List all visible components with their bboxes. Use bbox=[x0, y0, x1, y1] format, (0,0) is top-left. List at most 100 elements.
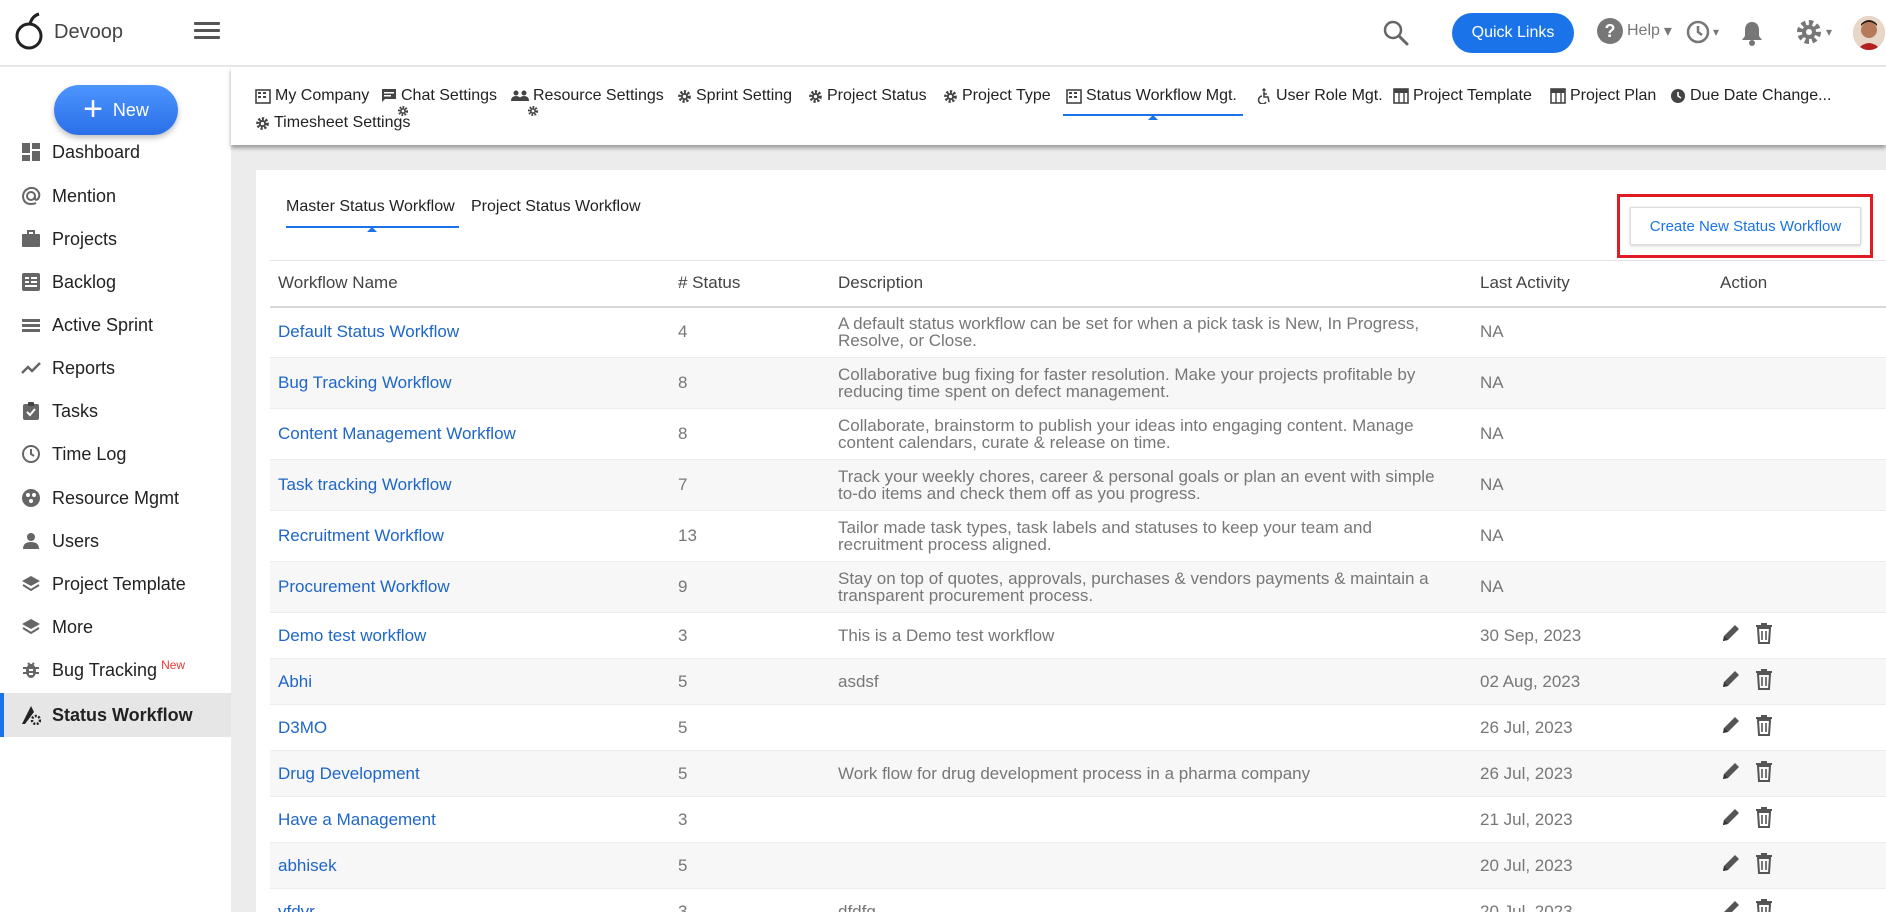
edit-pencil-icon[interactable] bbox=[1720, 760, 1742, 782]
column-header-description[interactable]: Description bbox=[830, 260, 1472, 308]
settings-tab-chat-settings[interactable]: Chat Settings bbox=[381, 87, 497, 105]
recent-activity-menu[interactable]: ▾ bbox=[1685, 19, 1719, 45]
sidebar-item-label: Active Sprint bbox=[52, 314, 154, 335]
sidebar-item-status-workflow[interactable]: Status Workflow bbox=[0, 693, 231, 737]
settings-tab-resource-settings[interactable]: Resource Settings bbox=[511, 87, 664, 105]
workflow-description: Track your weekly chores, career & perso… bbox=[830, 459, 1472, 511]
settings-tab-my-company[interactable]: My Company bbox=[255, 87, 369, 105]
sidebar-item-tasks[interactable]: Tasks bbox=[0, 389, 231, 433]
settings-tab-project-type[interactable]: Project Type bbox=[943, 87, 1051, 105]
edit-pencil-icon[interactable] bbox=[1720, 622, 1742, 644]
menu-toggle-icon[interactable] bbox=[194, 22, 220, 42]
last-activity: 20 Jul, 2023 bbox=[1472, 888, 1712, 912]
new-button[interactable]: + New bbox=[54, 85, 178, 135]
caret-down-icon: ▾ bbox=[1713, 25, 1720, 39]
delete-trash-icon[interactable] bbox=[1754, 760, 1774, 782]
workflow-description: asdsf bbox=[830, 658, 1472, 705]
workflow-name-link[interactable]: Default Status Workflow bbox=[270, 306, 670, 358]
sidebar-item-more[interactable]: More bbox=[0, 605, 231, 649]
notification-bell-icon[interactable] bbox=[1739, 19, 1765, 47]
workflow-name-link[interactable]: Have a Management bbox=[270, 796, 670, 843]
sidebar-item-projects[interactable]: Projects bbox=[0, 217, 231, 261]
settings-tab-label: Due Date Change... bbox=[1690, 87, 1832, 104]
table-row: Content Management Workflow 8 Collaborate,… bbox=[270, 408, 1886, 460]
sidebar-item-active-sprint[interactable]: Active Sprint bbox=[0, 303, 231, 347]
delete-trash-icon[interactable] bbox=[1754, 806, 1774, 828]
action-cell bbox=[1712, 510, 1886, 562]
gear-icon bbox=[255, 116, 270, 131]
edit-pencil-icon[interactable] bbox=[1720, 852, 1742, 874]
settings-tab-sprint-setting[interactable]: Sprint Setting bbox=[677, 87, 792, 105]
table-row: Task tracking Workflow 7 Track your weekly… bbox=[270, 459, 1886, 511]
workflow-description: Stay on top of quotes, approvals, purcha… bbox=[830, 561, 1472, 613]
workflow-name-link[interactable]: Content Management Workflow bbox=[270, 408, 670, 460]
search-icon[interactable] bbox=[1382, 19, 1410, 47]
workflow-name-link[interactable]: abhisek bbox=[270, 842, 670, 889]
delete-trash-icon[interactable] bbox=[1754, 622, 1774, 644]
sidebar-item-time-log[interactable]: Time Log bbox=[0, 432, 231, 476]
sidebar-item-label: Resource Mgmt bbox=[52, 487, 180, 508]
workflow-description bbox=[830, 704, 1472, 751]
delete-trash-icon[interactable] bbox=[1754, 714, 1774, 736]
settings-tab-label: Sprint Setting bbox=[696, 87, 793, 104]
table-row: abhisek 5 20 Jul, 2023 bbox=[270, 842, 1886, 889]
workflow-description: This is a Demo test workflow bbox=[830, 612, 1472, 659]
sidebar-item-resource-mgmt[interactable]: Resource Mgmt bbox=[0, 476, 231, 520]
action-cell bbox=[1712, 658, 1886, 705]
help-menu[interactable]: ? Help ▾ bbox=[1597, 18, 1672, 44]
column-header-workflow-name[interactable]: Workflow Name bbox=[270, 260, 670, 308]
delete-trash-icon[interactable] bbox=[1754, 898, 1774, 912]
settings-tab-label: Status Workflow Mgt. bbox=[1086, 87, 1237, 104]
edit-pencil-icon[interactable] bbox=[1720, 898, 1742, 912]
top-header: Devoop Quick Links ? Help ▾ ▾ ▾ bbox=[0, 0, 1886, 66]
workflow-name-link[interactable]: Task tracking Workflow bbox=[270, 459, 670, 511]
devoop-logo-icon[interactable] bbox=[14, 12, 44, 52]
delete-trash-icon[interactable] bbox=[1754, 852, 1774, 874]
table-header-row: Workflow Name # Status Description Last … bbox=[270, 260, 1886, 308]
action-cell bbox=[1712, 796, 1886, 843]
sidebar-item-mention[interactable]: Mention bbox=[0, 174, 231, 218]
edit-pencil-icon[interactable] bbox=[1720, 714, 1742, 736]
quick-links-button[interactable]: Quick Links bbox=[1452, 13, 1574, 53]
column-header-status-count[interactable]: # Status bbox=[670, 260, 830, 308]
workflow-name-link[interactable]: Bug Tracking Workflow bbox=[270, 357, 670, 409]
sidebar-item-project-template[interactable]: Project Template bbox=[0, 562, 231, 606]
sidebar-item-users[interactable]: Users bbox=[0, 519, 231, 563]
sidebar-item-dashboard[interactable]: Dashboard bbox=[0, 130, 231, 174]
workflow-name-link[interactable]: Demo test workflow bbox=[270, 612, 670, 659]
settings-tab-user-role-mgt[interactable]: User Role Mgt. bbox=[1256, 87, 1383, 105]
trend-icon bbox=[20, 357, 42, 379]
settings-tab-timesheet-settings[interactable]: Timesheet Settings bbox=[255, 114, 410, 132]
status-count: 4 bbox=[670, 306, 830, 358]
settings-menu[interactable]: ▾ bbox=[1794, 17, 1832, 47]
edit-pencil-icon[interactable] bbox=[1720, 806, 1742, 828]
settings-tab-project-status[interactable]: Project Status bbox=[808, 87, 927, 105]
sidebar-item-bug-tracking[interactable]: Bug Tracking New bbox=[0, 648, 231, 692]
settings-tab-due-date-change[interactable]: Due Date Change... bbox=[1670, 87, 1831, 105]
table-row: vfdvr 3 dfdfg 20 Jul, 2023 bbox=[270, 888, 1886, 912]
action-cell bbox=[1712, 459, 1886, 511]
workflow-description: Collaborate, brainstorm to publish your … bbox=[830, 408, 1472, 460]
user-avatar[interactable] bbox=[1853, 16, 1885, 50]
edit-pencil-icon[interactable] bbox=[1720, 668, 1742, 690]
sidebar: + New Dashboard Mention Projects Backlog Act… bbox=[0, 67, 231, 912]
workflow-name-link[interactable]: D3MO bbox=[270, 704, 670, 751]
sidebar-item-backlog[interactable]: Backlog bbox=[0, 260, 231, 304]
workflow-name-link[interactable]: Abhi bbox=[270, 658, 670, 705]
column-header-last-activity[interactable]: Last Activity bbox=[1472, 260, 1712, 308]
workflow-name-link[interactable]: Recruitment Workflow bbox=[270, 510, 670, 562]
highlight-box: Create New Status Workflow bbox=[1617, 194, 1873, 258]
delete-trash-icon[interactable] bbox=[1754, 668, 1774, 690]
create-new-status-workflow-button[interactable]: Create New Status Workflow bbox=[1630, 207, 1861, 245]
workflow-name-link[interactable]: Drug Development bbox=[270, 750, 670, 797]
settings-tab-project-plan[interactable]: Project Plan bbox=[1550, 87, 1656, 105]
settings-tab-status-workflow-mgt[interactable]: Status Workflow Mgt. bbox=[1063, 87, 1243, 120]
workflow-name-link[interactable]: vfdvr bbox=[270, 888, 670, 912]
settings-tab-project-template[interactable]: Project Template bbox=[1393, 87, 1532, 105]
tab-master-status-workflow[interactable]: Master Status Workflow bbox=[286, 198, 459, 232]
sidebar-item-reports[interactable]: Reports bbox=[0, 346, 231, 390]
tab-project-status-workflow[interactable]: Project Status Workflow bbox=[471, 198, 641, 216]
workflow-name-link[interactable]: Procurement Workflow bbox=[270, 561, 670, 613]
clock-icon bbox=[1670, 88, 1686, 104]
help-label: Help bbox=[1627, 22, 1660, 39]
